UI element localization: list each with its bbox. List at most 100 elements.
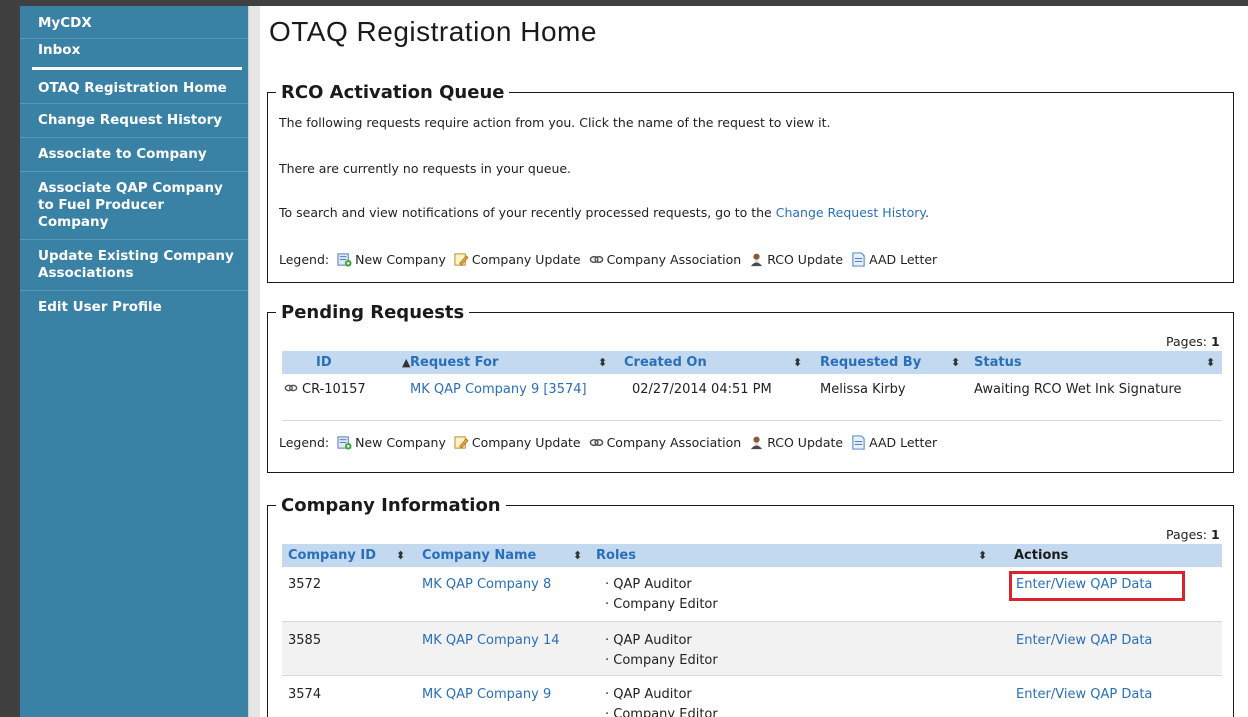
new-company-icon (337, 436, 352, 450)
new-company-icon (337, 253, 352, 267)
rco-history-text: To search and view notifications of your… (279, 205, 929, 220)
sidebar-item-otaq-registration-home[interactable]: OTAQ Registration Home (20, 70, 248, 104)
pages-value[interactable]: 1 (1211, 334, 1220, 349)
role-item: · QAP Auditor (605, 577, 692, 592)
col-created-on[interactable]: Created On (624, 351, 707, 374)
legend-new-company: New Company (337, 435, 446, 450)
col-company-id[interactable]: Company ID (288, 544, 376, 567)
sidebar-item-mycdx[interactable]: MyCDX (20, 6, 248, 39)
sort-icon[interactable]: ⬍ (573, 544, 582, 567)
role-item: · QAP Auditor (605, 633, 692, 648)
legend-label: Legend: (279, 435, 330, 450)
sort-icon[interactable]: ⬍ (396, 544, 405, 567)
role-label: Company Editor (613, 707, 718, 717)
company-id: 3572 (288, 577, 322, 592)
sidebar-nav: MyCDX Inbox OTAQ Registration Home Chang… (20, 6, 248, 717)
col-request-for[interactable]: Request For (410, 351, 498, 374)
pages-label: Pages: (1166, 527, 1207, 542)
role-item: · Company Editor (605, 653, 718, 668)
requested-by: Melissa Kirby (820, 382, 906, 397)
legend-new-company: New Company (337, 252, 446, 267)
legend-label-aad-letter: AAD Letter (869, 435, 938, 450)
section-title: Company Information (281, 495, 501, 516)
legend-company-association: Company Association (589, 252, 742, 267)
sort-icon[interactable]: ⬍ (951, 351, 960, 374)
enter-view-qap-data-link[interactable]: Enter/View QAP Data (1016, 633, 1152, 648)
page-title: OTAQ Registration Home (269, 16, 597, 47)
aad-letter-icon (852, 252, 865, 267)
sidebar-item-inbox[interactable]: Inbox (20, 39, 248, 67)
legend-label: Legend: (279, 252, 330, 267)
role-item: · QAP Auditor (605, 687, 692, 702)
legend-company-update: Company Update (454, 435, 581, 450)
role-label: Company Editor (613, 653, 718, 668)
request-status: Awaiting RCO Wet Ink Signature (974, 382, 1182, 397)
change-request-history-link[interactable]: Change Request History (776, 205, 925, 220)
enter-view-qap-data-link[interactable]: Enter/View QAP Data (1016, 687, 1152, 702)
request-for-link[interactable]: MK QAP Company 9 [3574] (410, 382, 587, 397)
table-row: CR-10157 MK QAP Company 9 [3574] 02/27/2… (282, 374, 1222, 420)
role-label: QAP Auditor (613, 687, 692, 702)
legend-company-update: Company Update (454, 252, 581, 267)
legend-aad-letter: AAD Letter (851, 435, 937, 450)
sidebar-item-associate-qap-company[interactable]: Associate QAP Company to Fuel Producer C… (20, 172, 248, 240)
created-on: 02/27/2014 04:51 PM (632, 382, 772, 397)
aad-letter-icon (852, 435, 865, 450)
pages-label: Pages: (1166, 334, 1207, 349)
sidebar-divider (248, 6, 260, 717)
company-update-icon (454, 253, 469, 266)
company-pages: Pages: 1 (1166, 527, 1220, 542)
sidebar-item-edit-user-profile[interactable]: Edit User Profile (20, 291, 248, 325)
pending-pages: Pages: 1 (1166, 334, 1220, 349)
row-divider (282, 420, 1222, 421)
company-association-icon (284, 384, 298, 392)
legend-rco-update: RCO Update (749, 252, 843, 267)
col-id[interactable]: ID (316, 351, 332, 374)
company-id: 3574 (288, 687, 322, 702)
role-label: QAP Auditor (613, 633, 692, 648)
company-name-link[interactable]: MK QAP Company 9 (422, 687, 551, 702)
pending-table-header: ID ▲ Request For ⬍ Created On ⬍ Requeste… (282, 351, 1222, 374)
section-title: RCO Activation Queue (281, 82, 505, 103)
company-name-link[interactable]: MK QAP Company 8 (422, 577, 551, 592)
pages-value[interactable]: 1 (1211, 527, 1220, 542)
legend-company-association: Company Association (589, 435, 742, 450)
role-item: · Company Editor (605, 707, 718, 717)
request-id: CR-10157 (302, 382, 366, 397)
history-suffix: . (925, 205, 929, 220)
col-company-name[interactable]: Company Name (422, 544, 536, 567)
sidebar-item-associate-to-company[interactable]: Associate to Company (20, 138, 248, 172)
sort-icon[interactable]: ⬍ (598, 351, 607, 374)
role-item: · Company Editor (605, 597, 718, 612)
window-left-edge (0, 6, 20, 717)
legend-label-rco-update: RCO Update (767, 252, 844, 267)
section-title: Pending Requests (281, 302, 465, 323)
role-label: Company Editor (613, 597, 718, 612)
sort-icon[interactable]: ⬍ (978, 544, 987, 567)
legend-label-new-company: New Company (355, 435, 446, 450)
legend-label-company-association: Company Association (606, 435, 742, 450)
col-requested-by[interactable]: Requested By (820, 351, 921, 374)
legend-label-company-association: Company Association (606, 252, 742, 267)
table-row: 3585 MK QAP Company 14 · QAP Auditor · C… (282, 622, 1222, 675)
legend-aad-letter: AAD Letter (851, 252, 937, 267)
sidebar-item-change-request-history[interactable]: Change Request History (20, 104, 248, 138)
legend-rco-update: RCO Update (749, 435, 843, 450)
col-status[interactable]: Status (974, 351, 1022, 374)
rco-update-icon (751, 253, 763, 267)
sidebar-item-update-existing-associations[interactable]: Update Existing Company Associations (20, 240, 248, 291)
company-id: 3585 (288, 633, 322, 648)
rco-intro-text: The following requests require action fr… (279, 115, 831, 130)
legend-row: Legend: New Company Company Update Compa… (279, 252, 937, 267)
company-table-header: Company ID ⬍ Company Name ⬍ Roles ⬍ Acti… (282, 544, 1222, 567)
sort-icon[interactable]: ⬍ (793, 351, 802, 374)
company-name-link[interactable]: MK QAP Company 14 (422, 633, 560, 648)
company-update-icon (454, 436, 469, 449)
legend-row: Legend: New Company Company Update Compa… (279, 435, 937, 450)
legend-label-company-update: Company Update (471, 252, 581, 267)
table-row: 3574 MK QAP Company 9 · QAP Auditor · Co… (282, 676, 1222, 717)
legend-label-company-update: Company Update (471, 435, 581, 450)
col-roles[interactable]: Roles (596, 544, 636, 567)
col-actions: Actions (1014, 548, 1069, 563)
sort-icon[interactable]: ⬍ (1206, 351, 1215, 374)
